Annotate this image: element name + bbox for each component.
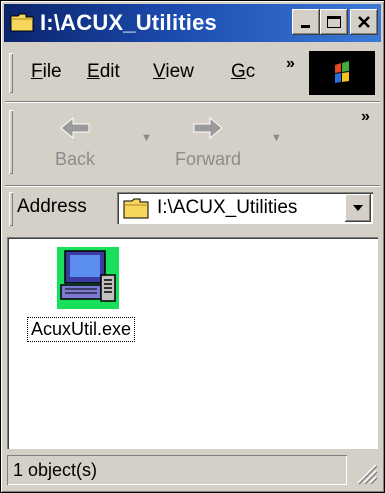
chevron-down-icon [353,205,363,211]
forward-dropdown[interactable]: ▼ [271,132,282,144]
folder-icon [123,198,149,219]
maximize-button[interactable] [320,9,348,35]
forward-arrow-icon [193,116,223,140]
address-value: I:\ACUX_Utilities [157,197,298,218]
address-label: Address [17,196,87,217]
menu-grip[interactable] [9,53,13,93]
windows-flag-icon [335,61,349,83]
minimize-button[interactable] [292,9,320,35]
folder-icon [10,13,34,32]
menu-edit-rest: dit [99,61,120,82]
menu-bar: File Edit View Gc » [5,47,380,99]
file-list-view[interactable]: AcuxUtil.exe [7,237,378,449]
menu-file[interactable]: File [31,61,62,83]
toolbar-grip[interactable] [9,110,13,174]
forward-button[interactable]: Forward [175,112,241,170]
back-dropdown[interactable]: ▼ [141,132,152,144]
window-title: I:\ACUX_Utilities [40,10,217,35]
forward-label: Forward [175,149,242,169]
standard-toolbar: Back ▼ Forward ▼ » [5,101,380,184]
minimize-icon [301,25,310,28]
maximize-icon [327,16,341,28]
explorer-window: I:\ACUX_Utilities File Edit View Gc » Ba… [0,0,385,493]
menu-view[interactable]: View [153,61,194,83]
address-grip[interactable] [9,192,13,226]
menu-go[interactable]: Gc [231,61,255,83]
file-name-label: AcuxUtil.exe [27,317,136,342]
status-text: 1 object(s) [13,460,98,480]
address-dropdown-button[interactable] [345,194,371,222]
address-bar: Address I:\ACUX_Utilities [5,185,380,232]
close-icon [358,16,370,28]
menu-edit[interactable]: Edit [87,61,120,83]
close-button[interactable] [350,9,378,35]
computer-icon [57,247,119,309]
address-field[interactable]: I:\ACUX_Utilities [117,192,373,224]
menu-view-rest: iew [165,61,194,82]
status-bar: 1 object(s) [5,453,380,487]
back-button[interactable]: Back [55,112,95,170]
toolbar-overflow-chevron[interactable]: » [361,108,370,126]
menu-overflow-chevron[interactable]: » [286,55,295,73]
back-label: Back [55,149,96,169]
menu-file-rest: ile [42,61,62,82]
back-arrow-icon [60,116,90,140]
menu-go-rest: c [245,61,256,82]
resize-grip-icon[interactable] [352,459,378,485]
windows-logo [309,51,375,95]
status-panel: 1 object(s) [7,455,347,485]
title-bar[interactable]: I:\ACUX_Utilities [4,4,381,42]
